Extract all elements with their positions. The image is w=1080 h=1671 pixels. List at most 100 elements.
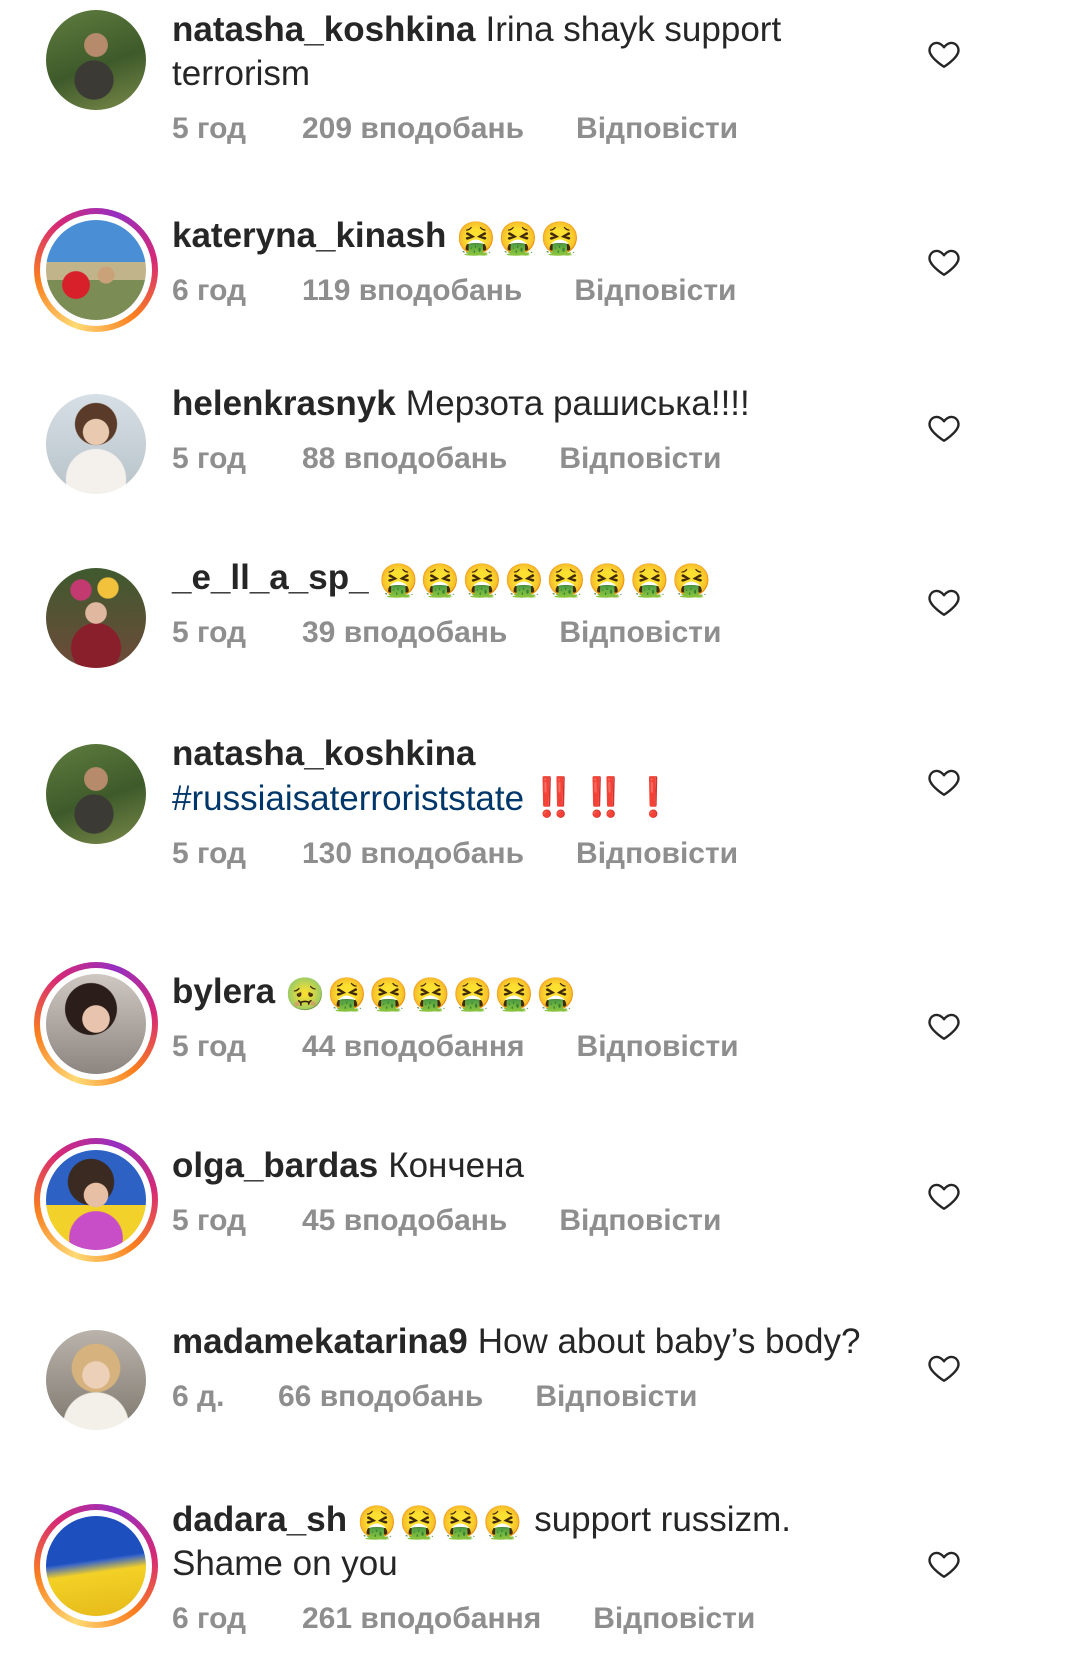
avatar[interactable]	[34, 732, 158, 856]
comment-text: olga_bardas Кончена	[172, 1144, 932, 1188]
comment-body-line2: Shame on you	[172, 1544, 398, 1583]
avatar-photo	[46, 744, 146, 844]
comment-username[interactable]: kateryna_kinash	[172, 216, 446, 255]
reply-button[interactable]: Відповісти	[574, 272, 736, 310]
comment-time: 5 год	[172, 1030, 247, 1063]
comment-text: helenkrasnyk Мерзота рашиська!!!!	[172, 382, 932, 426]
comment-text: kateryna_kinash 🤮🤮🤮	[172, 214, 932, 258]
avatar-story-ring[interactable]	[34, 962, 158, 1086]
comment-meta: 5 год 130 вподобань Відповісти	[172, 835, 932, 873]
comment-body: support russizm.	[534, 1500, 791, 1539]
avatar-story-ring[interactable]	[34, 1504, 158, 1628]
comments-list: natasha_koshkina Irina shayk support terr…	[0, 0, 1080, 1671]
heart-outline-icon	[928, 1355, 960, 1382]
ukraine-flag-avatar	[46, 1516, 146, 1616]
comment-body: How about baby’s body?	[477, 1322, 861, 1361]
comment-time: 6 д.	[172, 1380, 225, 1413]
comment-body-line2: terrorism	[172, 54, 311, 93]
heart-outline-icon	[928, 415, 960, 442]
comment-text: _e_ll_a_sp_ 🤮🤮🤮🤮🤮🤮🤮🤮	[172, 556, 932, 600]
comment-time: 5 год	[172, 112, 247, 145]
heart-outline-icon	[928, 249, 960, 276]
reply-button[interactable]: Відповісти	[576, 835, 738, 873]
comment-meta: 5 год 44 вподобання Відповісти	[172, 1028, 932, 1066]
vomiting-face-emoji: 🤮🤮🤮🤮🤮🤮🤮🤮	[378, 561, 714, 599]
like-button[interactable]	[926, 410, 962, 446]
comment-likes[interactable]: 209 вподобань	[302, 110, 524, 148]
vomiting-face-emoji: 🤮🤮🤮	[456, 219, 582, 257]
comment-username[interactable]: natasha_koshkina	[172, 734, 475, 773]
comment-username[interactable]: _e_ll_a_sp_	[172, 558, 369, 597]
comment-likes[interactable]: 66 вподобань	[278, 1378, 483, 1416]
reply-button[interactable]: Відповісти	[576, 110, 738, 148]
comment-text: #russiaisaterroriststate ‼️ ‼️ ❗	[172, 776, 932, 821]
comment-likes[interactable]: 39 вподобань	[302, 614, 507, 652]
comment-likes[interactable]: 119 вподобань	[302, 272, 522, 310]
comment-time: 5 год	[172, 1204, 247, 1237]
like-button[interactable]	[926, 1350, 962, 1386]
comment-text: bylera 🤢🤮🤮🤮🤮🤮🤮	[172, 970, 932, 1014]
like-button[interactable]	[926, 584, 962, 620]
comment-text: madamekatarina9 How about baby’s body?	[172, 1320, 932, 1364]
like-button[interactable]	[926, 244, 962, 280]
avatar[interactable]	[34, 556, 158, 680]
comment-likes[interactable]: 261 вподобання	[302, 1600, 541, 1638]
heart-outline-icon	[928, 41, 960, 68]
nauseated-and-vomiting-emoji: 🤢🤮🤮🤮🤮🤮🤮	[285, 975, 579, 1013]
reply-button[interactable]: Відповісти	[559, 614, 721, 652]
hashtag-link[interactable]: #russiaisaterroriststate	[172, 779, 524, 818]
avatar-photo	[46, 1150, 146, 1250]
avatar[interactable]	[34, 382, 158, 506]
comment-username[interactable]: madamekatarina9	[172, 1322, 468, 1361]
comment-text: dadara_sh 🤮🤮🤮🤮 support russizm.	[172, 1498, 932, 1542]
avatar-photo	[46, 220, 146, 320]
comment-likes[interactable]: 130 вподобань	[302, 835, 524, 873]
reply-button[interactable]: Відповісти	[559, 440, 721, 478]
comment-time: 6 год	[172, 274, 247, 307]
heart-outline-icon	[928, 769, 960, 796]
comment-username[interactable]: helenkrasnyk	[172, 384, 396, 423]
comment-username-line: natasha_koshkina	[172, 732, 932, 776]
comment-meta: 5 год 88 вподобань Відповісти	[172, 440, 932, 478]
comment-likes[interactable]: 45 вподобань	[302, 1202, 507, 1240]
comment-likes[interactable]: 88 вподобань	[302, 440, 507, 478]
heart-outline-icon	[928, 1013, 960, 1040]
comment-username[interactable]: dadara_sh	[172, 1500, 347, 1539]
like-button[interactable]	[926, 1178, 962, 1214]
heart-outline-icon	[928, 1183, 960, 1210]
reply-button[interactable]: Відповісти	[593, 1600, 755, 1638]
avatar[interactable]	[34, 1318, 158, 1442]
vomiting-face-emoji: 🤮🤮🤮🤮	[357, 1503, 525, 1541]
comment-username[interactable]: bylera	[172, 972, 275, 1011]
avatar-story-ring[interactable]	[34, 1138, 158, 1262]
like-button[interactable]	[926, 1546, 962, 1582]
comment-body: Мерзота рашиська!!!!	[405, 384, 750, 423]
reply-button[interactable]: Відповісти	[577, 1028, 739, 1066]
comment-username[interactable]: olga_bardas	[172, 1146, 378, 1185]
comment-meta: 5 год 45 вподобань Відповісти	[172, 1202, 932, 1240]
comment-body: Irina shayk support	[485, 10, 782, 49]
comment-meta: 6 год 119 вподобань Відповісти	[172, 272, 932, 310]
comment-time: 5 год	[172, 616, 247, 649]
reply-button[interactable]: Відповісти	[535, 1378, 697, 1416]
avatar-photo	[46, 974, 146, 1074]
reply-button[interactable]: Відповісти	[559, 1202, 721, 1240]
comment-time: 5 год	[172, 442, 247, 475]
avatar[interactable]	[34, 0, 158, 122]
comment-body: Кончена	[388, 1146, 524, 1185]
avatar-photo	[46, 10, 146, 110]
comment-text: natasha_koshkina Irina shayk support	[172, 8, 932, 52]
comment-meta: 6 год 261 вподобання Відповісти	[172, 1600, 932, 1638]
avatar-photo	[46, 1330, 146, 1430]
avatar-story-ring[interactable]	[34, 208, 158, 332]
comment-username[interactable]: natasha_koshkina	[172, 10, 475, 49]
like-button[interactable]	[926, 36, 962, 72]
avatar-photo	[46, 568, 146, 668]
heart-outline-icon	[928, 589, 960, 616]
comment-meta: 5 год 39 вподобань Відповісти	[172, 614, 932, 652]
comment-time: 6 год	[172, 1602, 247, 1635]
comment-time: 5 год	[172, 837, 247, 870]
like-button[interactable]	[926, 764, 962, 800]
like-button[interactable]	[926, 1008, 962, 1044]
comment-likes[interactable]: 44 вподобання	[302, 1028, 525, 1066]
